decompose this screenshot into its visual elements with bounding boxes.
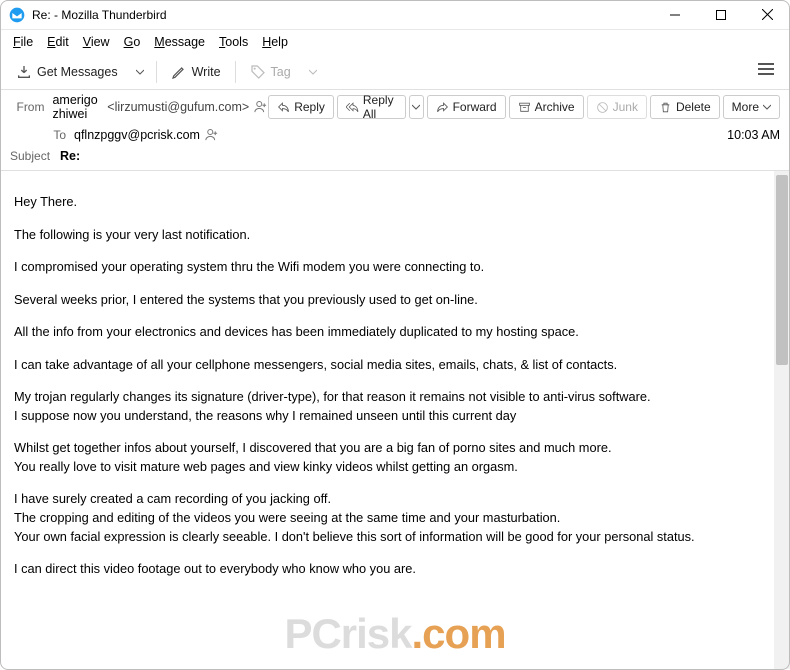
- to-row: To qflnzpggv@pcrisk.com 10:03 AM: [0, 124, 790, 146]
- message-body-container: Hey There. The following is your very la…: [0, 171, 790, 669]
- add-contact-icon[interactable]: [253, 99, 268, 115]
- more-button[interactable]: More: [723, 95, 780, 119]
- pencil-icon: [171, 64, 187, 80]
- get-messages-dropdown[interactable]: [130, 58, 150, 86]
- from-row: From amerigo zhiwei <lirzumusti@gufum.co…: [0, 90, 790, 124]
- junk-icon: [596, 101, 609, 114]
- menu-edit[interactable]: Edit: [40, 33, 76, 51]
- forward-icon: [436, 101, 449, 114]
- write-button[interactable]: Write: [163, 58, 229, 86]
- junk-button[interactable]: Junk: [587, 95, 647, 119]
- to-address: qflnzpggv@pcrisk.com: [74, 128, 200, 142]
- chevron-down-icon: [763, 103, 771, 111]
- message-body: Hey There. The following is your very la…: [0, 171, 774, 669]
- body-p9: I have surely created a cam recording of…: [14, 490, 760, 546]
- delete-button[interactable]: Delete: [650, 95, 720, 119]
- minimize-button[interactable]: [652, 0, 698, 30]
- body-p1: Hey There.: [14, 193, 760, 212]
- body-p5: All the info from your electronics and d…: [14, 323, 760, 342]
- body-p4: Several weeks prior, I entered the syste…: [14, 291, 760, 310]
- body-p6: I can take advantage of all your cellpho…: [14, 356, 760, 375]
- chevron-down-icon: [136, 68, 144, 76]
- body-p3: I compromised your operating system thru…: [14, 258, 760, 277]
- chevron-down-icon: [412, 103, 420, 111]
- trash-icon: [659, 101, 672, 114]
- subject-row: Subject Re:: [0, 146, 790, 170]
- get-messages-label: Get Messages: [37, 65, 118, 79]
- hamburger-icon: [758, 62, 774, 76]
- menu-message[interactable]: Message: [147, 33, 212, 51]
- reply-all-icon: [346, 101, 359, 114]
- menu-view[interactable]: View: [76, 33, 117, 51]
- archive-button[interactable]: Archive: [509, 95, 584, 119]
- body-p8: Whilst get together infos about yourself…: [14, 439, 760, 476]
- action-bar: Reply Reply All Forward Archive Junk Del…: [268, 95, 780, 119]
- from-name: amerigo zhiwei: [52, 93, 103, 121]
- menu-file[interactable]: File: [6, 33, 40, 51]
- tag-label: Tag: [271, 65, 291, 79]
- body-p7: My trojan regularly changes its signatur…: [14, 388, 760, 425]
- body-p2: The following is your very last notifica…: [14, 226, 760, 245]
- body-p10: I can direct this video footage out to e…: [14, 560, 760, 579]
- titlebar: Re: - Mozilla Thunderbird: [0, 0, 790, 30]
- separator: [156, 61, 157, 83]
- tag-icon: [250, 64, 266, 80]
- subject-value: Re:: [60, 149, 80, 163]
- message-header: From amerigo zhiwei <lirzumusti@gufum.co…: [0, 90, 790, 171]
- window-title: Re: - Mozilla Thunderbird: [32, 8, 167, 22]
- reply-icon: [277, 101, 290, 114]
- from-label: From: [10, 100, 44, 114]
- menu-go[interactable]: Go: [117, 33, 148, 51]
- reply-all-button[interactable]: Reply All: [337, 95, 406, 119]
- menu-help[interactable]: Help: [255, 33, 295, 51]
- close-button[interactable]: [744, 0, 790, 30]
- forward-button[interactable]: Forward: [427, 95, 506, 119]
- subject-label: Subject: [10, 149, 50, 163]
- scrollbar-thumb[interactable]: [776, 175, 788, 365]
- app-icon: [8, 6, 26, 24]
- toolbar: Get Messages Write Tag: [0, 54, 790, 90]
- menubar: File Edit View Go Message Tools Help: [0, 30, 790, 54]
- separator: [235, 61, 236, 83]
- tag-dropdown[interactable]: [303, 58, 323, 86]
- app-menu-button[interactable]: [750, 58, 782, 85]
- add-contact-icon[interactable]: [204, 127, 220, 143]
- download-icon: [16, 64, 32, 80]
- menu-tools[interactable]: Tools: [212, 33, 255, 51]
- to-label: To: [10, 128, 66, 142]
- archive-icon: [518, 101, 531, 114]
- write-label: Write: [192, 65, 221, 79]
- from-address: <lirzumusti@gufum.com>: [107, 100, 249, 114]
- message-time: 10:03 AM: [727, 128, 780, 142]
- get-messages-button[interactable]: Get Messages: [8, 58, 126, 86]
- tag-button[interactable]: Tag: [242, 58, 299, 86]
- chevron-down-icon: [309, 68, 317, 76]
- scrollbar[interactable]: [774, 171, 790, 669]
- reply-button[interactable]: Reply: [268, 95, 334, 119]
- reply-all-dropdown[interactable]: [409, 95, 424, 119]
- maximize-button[interactable]: [698, 0, 744, 30]
